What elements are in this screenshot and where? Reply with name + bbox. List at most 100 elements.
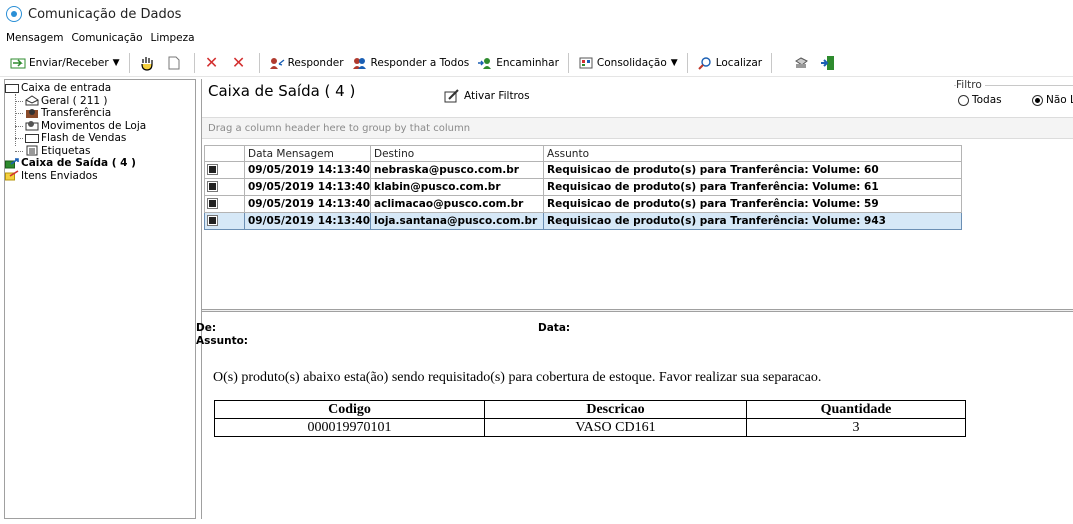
products-cell-descricao: VASO CD161 — [484, 418, 747, 437]
activate-filters-button[interactable]: Ativar Filtros — [444, 89, 530, 103]
menu-comunicacao[interactable]: Comunicação — [71, 32, 142, 44]
preview-from-label: De: — [196, 322, 217, 334]
chevron-down-icon[interactable]: ▼ — [113, 58, 120, 68]
send-receive-label: Enviar/Receber — [29, 56, 109, 69]
table-row[interactable]: 09/05/2019 14:13:40 aclimacao@pusco.com.… — [204, 195, 962, 213]
tree-item-sent[interactable]: Itens Enviados — [5, 170, 195, 183]
inbox-icon — [5, 83, 19, 94]
radio-circle — [958, 94, 969, 106]
grid-header-date[interactable]: Data Mensagem — [243, 145, 372, 162]
row-status-icon — [209, 200, 216, 207]
menu-mensagem[interactable]: Mensagem — [6, 32, 63, 44]
tree-label-etiquetas: Etiquetas — [41, 144, 91, 157]
exit-door-icon — [820, 55, 836, 71]
group-by-area[interactable]: Drag a column header here to group by th… — [202, 117, 1073, 139]
filter-unread-label: Não L — [1046, 94, 1073, 106]
tree-item-movimentos[interactable]: Movimentos de Loja — [5, 120, 195, 133]
row-destination: klabin@pusco.com.br — [370, 178, 545, 196]
flash-sales-icon — [25, 133, 39, 144]
products-header-descricao: Descricao — [484, 400, 747, 419]
folder-tree: Caixa de entrada Geral ( 211 ) Transferê… — [5, 80, 195, 182]
labels-icon — [25, 145, 39, 156]
tree-item-etiquetas[interactable]: Etiquetas — [5, 145, 195, 158]
tree-label-outbox: Caixa de Saída ( 4 ) — [21, 157, 136, 169]
toolbar-separator — [771, 52, 773, 73]
stop-button[interactable] — [135, 52, 162, 74]
search-icon — [697, 55, 713, 71]
row-destination: loja.santana@pusco.com.br — [370, 212, 545, 230]
store-movements-icon — [25, 120, 39, 131]
row-subject: Requisicao de produto(s) para Tranferênc… — [543, 212, 962, 230]
transfer-icon — [25, 108, 39, 119]
toolbar-separator — [686, 52, 688, 73]
toolbar-separator — [567, 52, 569, 73]
tree-item-flash[interactable]: Flash de Vendas — [5, 132, 195, 145]
consolidation-label: Consolidação — [596, 56, 667, 69]
row-destination: nebraska@pusco.com.br — [370, 161, 545, 179]
row-indicator — [204, 212, 245, 230]
grid-header-indicator[interactable] — [204, 145, 245, 162]
new-document-button[interactable] — [162, 52, 189, 74]
message-grid: Data Mensagem Destino Assunto 09/05/2019… — [204, 145, 962, 230]
send-receive-button[interactable]: Enviar/Receber ▼ — [6, 52, 124, 74]
filter-all-label: Todas — [972, 94, 1002, 106]
tree-label-flash: Flash de Vendas — [41, 132, 127, 144]
row-destination: aclimacao@pusco.com.br — [370, 195, 545, 213]
filter-unread-radio[interactable]: Não L — [1032, 94, 1073, 106]
preview-date-label: Data: — [538, 322, 571, 334]
grid-header-destination[interactable]: Destino — [370, 145, 545, 162]
reply-icon — [269, 55, 285, 71]
delete-button[interactable]: ✕ — [200, 52, 227, 74]
filter-all-radio[interactable]: Todas — [958, 94, 1002, 106]
products-cell-quantidade: 3 — [746, 418, 966, 437]
reply-button[interactable]: Responder — [265, 52, 348, 74]
open-mail-icon — [25, 95, 39, 106]
consolidation-button[interactable]: Consolidação ▼ — [574, 52, 682, 74]
app-icon — [6, 6, 22, 22]
outbox-icon — [5, 157, 19, 169]
menu-limpeza[interactable]: Limpeza — [151, 32, 195, 44]
preview-subject-label: Assunto: — [196, 335, 249, 347]
tree-label-geral: Geral ( 211 ) — [41, 94, 108, 107]
filter-group: Filtro Todas Não L — [954, 79, 1073, 113]
menu-bar: Mensagem Comunicação Limpeza — [0, 28, 1073, 48]
row-date: 09/05/2019 14:13:40 — [243, 212, 372, 230]
print-button[interactable] — [789, 52, 816, 74]
forward-label: Encaminhar — [496, 56, 559, 69]
row-date: 09/05/2019 14:13:40 — [243, 161, 372, 179]
tree-label-transferencia: Transferência — [41, 107, 112, 119]
document-icon — [166, 55, 182, 71]
tree-label-sent: Itens Enviados — [21, 169, 98, 182]
message-preview: De: Data: Assunto: O(s) produto(s) abaix… — [196, 312, 1073, 519]
find-button[interactable]: Localizar — [693, 52, 766, 74]
forward-button[interactable]: Encaminhar — [473, 52, 563, 74]
grid-header-subject[interactable]: Assunto — [543, 145, 962, 162]
folder-heading: Caixa de Saída ( 4 ) — [208, 82, 356, 100]
table-row[interactable]: 09/05/2019 14:13:40 klabin@pusco.com.br … — [204, 178, 962, 196]
tree-label-inbox: Caixa de entrada — [21, 82, 112, 94]
reply-all-button[interactable]: Responder a Todos — [348, 52, 474, 74]
tree-item-geral[interactable]: Geral ( 211 ) — [5, 95, 195, 108]
products-cell-codigo: 000019970101 — [214, 418, 485, 437]
table-row-selected[interactable]: 09/05/2019 14:13:40 loja.santana@pusco.c… — [204, 212, 962, 230]
row-subject: Requisicao de produto(s) para Tranferênc… — [543, 195, 962, 213]
hand-icon — [139, 55, 155, 71]
tree-item-inbox[interactable]: Caixa de entrada — [5, 82, 195, 95]
consolidation-icon — [578, 55, 594, 71]
products-row: 000019970101 VASO CD161 3 — [214, 418, 966, 437]
toolbar: Enviar/Receber ▼ ✕ ✕ Responder Responder… — [0, 49, 1073, 77]
radio-circle-selected — [1032, 94, 1043, 106]
tree-item-transferencia[interactable]: Transferência — [5, 107, 195, 120]
exit-button[interactable] — [816, 52, 843, 74]
title-bar: Comunicação de Dados — [0, 0, 1073, 28]
tree-item-outbox[interactable]: Caixa de Saída ( 4 ) — [5, 157, 195, 170]
table-row[interactable]: 09/05/2019 14:13:40 nebraska@pusco.com.b… — [204, 161, 962, 179]
row-date: 09/05/2019 14:13:40 — [243, 178, 372, 196]
row-date: 09/05/2019 14:13:40 — [243, 195, 372, 213]
toolbar-separator — [193, 52, 195, 73]
delete-all-button[interactable]: ✕ — [227, 52, 254, 74]
row-indicator — [204, 195, 245, 213]
products-header-quantidade: Quantidade — [746, 400, 966, 419]
send-receive-icon — [10, 55, 26, 71]
chevron-down-icon[interactable]: ▼ — [671, 58, 678, 68]
